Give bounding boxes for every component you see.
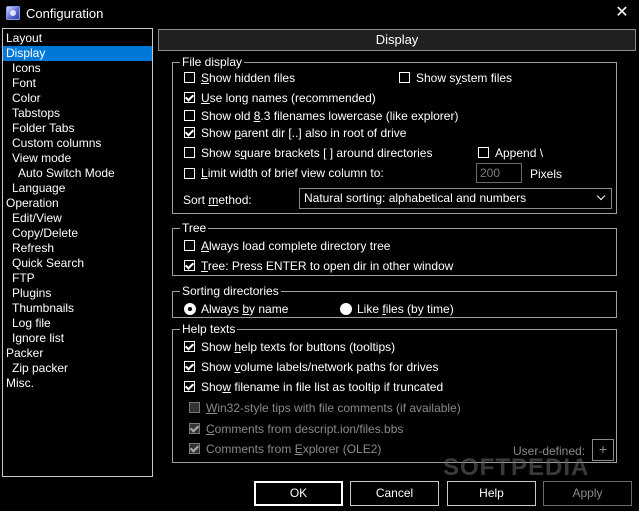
long-names-checkbox[interactable] bbox=[184, 92, 195, 103]
help-button[interactable]: Help bbox=[447, 481, 536, 506]
tree-item[interactable]: Ignore list bbox=[3, 331, 64, 346]
chevron-down-icon bbox=[596, 191, 606, 201]
tree-item[interactable]: Thumbnails bbox=[3, 301, 74, 316]
always-load-label: Always load complete directory tree bbox=[201, 239, 391, 253]
app-icon bbox=[6, 6, 20, 20]
show-hidden-label: Show hidden files bbox=[201, 71, 296, 85]
tree-item[interactable]: Auto Switch Mode bbox=[3, 166, 115, 181]
enter-open-label: Tree: Press ENTER to open dir in other w… bbox=[201, 259, 454, 273]
ok-button[interactable]: OK bbox=[254, 481, 343, 506]
tree-item[interactable]: Color bbox=[3, 91, 41, 106]
sort-like-files-label: Like files (by time) bbox=[357, 302, 454, 316]
tree-item[interactable]: Font bbox=[3, 76, 36, 91]
show-hidden-checkbox[interactable] bbox=[184, 72, 195, 83]
tree-item[interactable]: Operation bbox=[3, 196, 59, 211]
descript-comments-checkbox[interactable] bbox=[189, 423, 200, 434]
limit-width-checkbox[interactable] bbox=[184, 168, 195, 179]
close-button[interactable]: ✕ bbox=[610, 2, 634, 24]
square-brackets-label: Show square brackets [ ] around director… bbox=[201, 146, 433, 160]
sort-method-select[interactable]: Natural sorting: alphabetical and number… bbox=[299, 188, 612, 209]
pixels-label: Pixels bbox=[530, 167, 563, 181]
settings-tree[interactable]: Layout Display Icons Font Color Tabstops Folde… bbox=[2, 28, 153, 477]
apply-button[interactable]: Apply bbox=[543, 481, 632, 506]
tree-item[interactable]: Copy/Delete bbox=[3, 226, 78, 241]
show-system-checkbox[interactable] bbox=[399, 72, 410, 83]
tree-item[interactable]: Packer bbox=[3, 346, 43, 361]
win32-tips-label: Win32-style tips with file comments (if … bbox=[206, 401, 461, 415]
win32-tips-checkbox[interactable] bbox=[189, 402, 200, 413]
tree-item[interactable]: Plugins bbox=[3, 286, 51, 301]
append-label: Append \ bbox=[495, 146, 544, 160]
volume-labels-checkbox[interactable] bbox=[184, 361, 195, 372]
sort-like-files-radio[interactable] bbox=[340, 303, 352, 315]
tree-item[interactable]: View mode bbox=[3, 151, 71, 166]
tree-item[interactable]: Refresh bbox=[3, 241, 54, 256]
tree-item[interactable]: Edit/View bbox=[3, 211, 62, 226]
tree-item[interactable]: Display bbox=[3, 46, 152, 61]
sort-method-value: Natural sorting: alphabetical and number… bbox=[304, 191, 527, 205]
show-system-label: Show system files bbox=[416, 71, 513, 85]
limit-width-label: Limit width of brief view column to: bbox=[201, 166, 384, 180]
tree-item[interactable]: Icons bbox=[3, 61, 41, 76]
tree-item[interactable]: Log file bbox=[3, 316, 51, 331]
tree-item[interactable]: Folder Tabs bbox=[3, 121, 74, 136]
sorting-group-title: Sorting directories bbox=[180, 284, 281, 298]
old-83-label: Show old 8.3 filenames lowercase (like e… bbox=[201, 109, 459, 123]
tree-item[interactable]: Language bbox=[3, 181, 65, 196]
tooltips-label: Show help texts for buttons (tooltips) bbox=[201, 340, 396, 354]
tree-item[interactable]: Tabstops bbox=[3, 106, 60, 121]
sort-by-name-label: Always by name bbox=[201, 302, 289, 316]
tree-item[interactable]: Quick Search bbox=[3, 256, 84, 271]
user-defined-plus-button[interactable]: + bbox=[592, 439, 614, 461]
title-bar: Configuration ✕ bbox=[0, 0, 639, 27]
tree-item[interactable]: Custom columns bbox=[3, 136, 101, 151]
help-texts-title: Help texts bbox=[180, 322, 238, 336]
sort-method-label: Sort method: bbox=[183, 193, 252, 207]
tree-item[interactable]: Layout bbox=[3, 31, 42, 46]
always-load-checkbox[interactable] bbox=[184, 240, 195, 251]
cancel-button[interactable]: Cancel bbox=[350, 481, 439, 506]
long-names-label: Use long names (recommended) bbox=[201, 91, 376, 105]
parent-dir-label: Show parent dir [..] also in root of dri… bbox=[201, 126, 407, 140]
sort-by-name-radio[interactable] bbox=[184, 303, 196, 315]
enter-open-checkbox[interactable] bbox=[184, 260, 195, 271]
tooltips-checkbox[interactable] bbox=[184, 341, 195, 352]
tree-item[interactable]: Zip packer bbox=[3, 361, 68, 376]
append-checkbox[interactable] bbox=[478, 147, 489, 158]
column-width-input[interactable]: 200 bbox=[476, 163, 522, 183]
tree-item[interactable]: Misc. bbox=[3, 376, 34, 391]
parent-dir-checkbox[interactable] bbox=[184, 127, 195, 138]
file-display-title: File display bbox=[180, 55, 245, 69]
explorer-comments-label: Comments from Explorer (OLE2) bbox=[206, 442, 382, 456]
old-83-checkbox[interactable] bbox=[184, 110, 195, 121]
panel-header: Display bbox=[158, 29, 636, 51]
square-brackets-checkbox[interactable] bbox=[184, 147, 195, 158]
filename-tooltip-label: Show filename in file list as tooltip if… bbox=[201, 380, 444, 394]
tree-group-title: Tree bbox=[180, 221, 209, 235]
descript-comments-label: Comments from descript.ion/files.bbs bbox=[206, 422, 404, 436]
volume-labels-label: Show volume labels/network paths for dri… bbox=[201, 360, 439, 374]
filename-tooltip-checkbox[interactable] bbox=[184, 381, 195, 392]
softpedia-watermark: SOFTPEDIA bbox=[443, 454, 590, 481]
explorer-comments-checkbox[interactable] bbox=[189, 443, 200, 454]
tree-item[interactable]: FTP bbox=[3, 271, 35, 286]
window-title: Configuration bbox=[26, 6, 104, 21]
